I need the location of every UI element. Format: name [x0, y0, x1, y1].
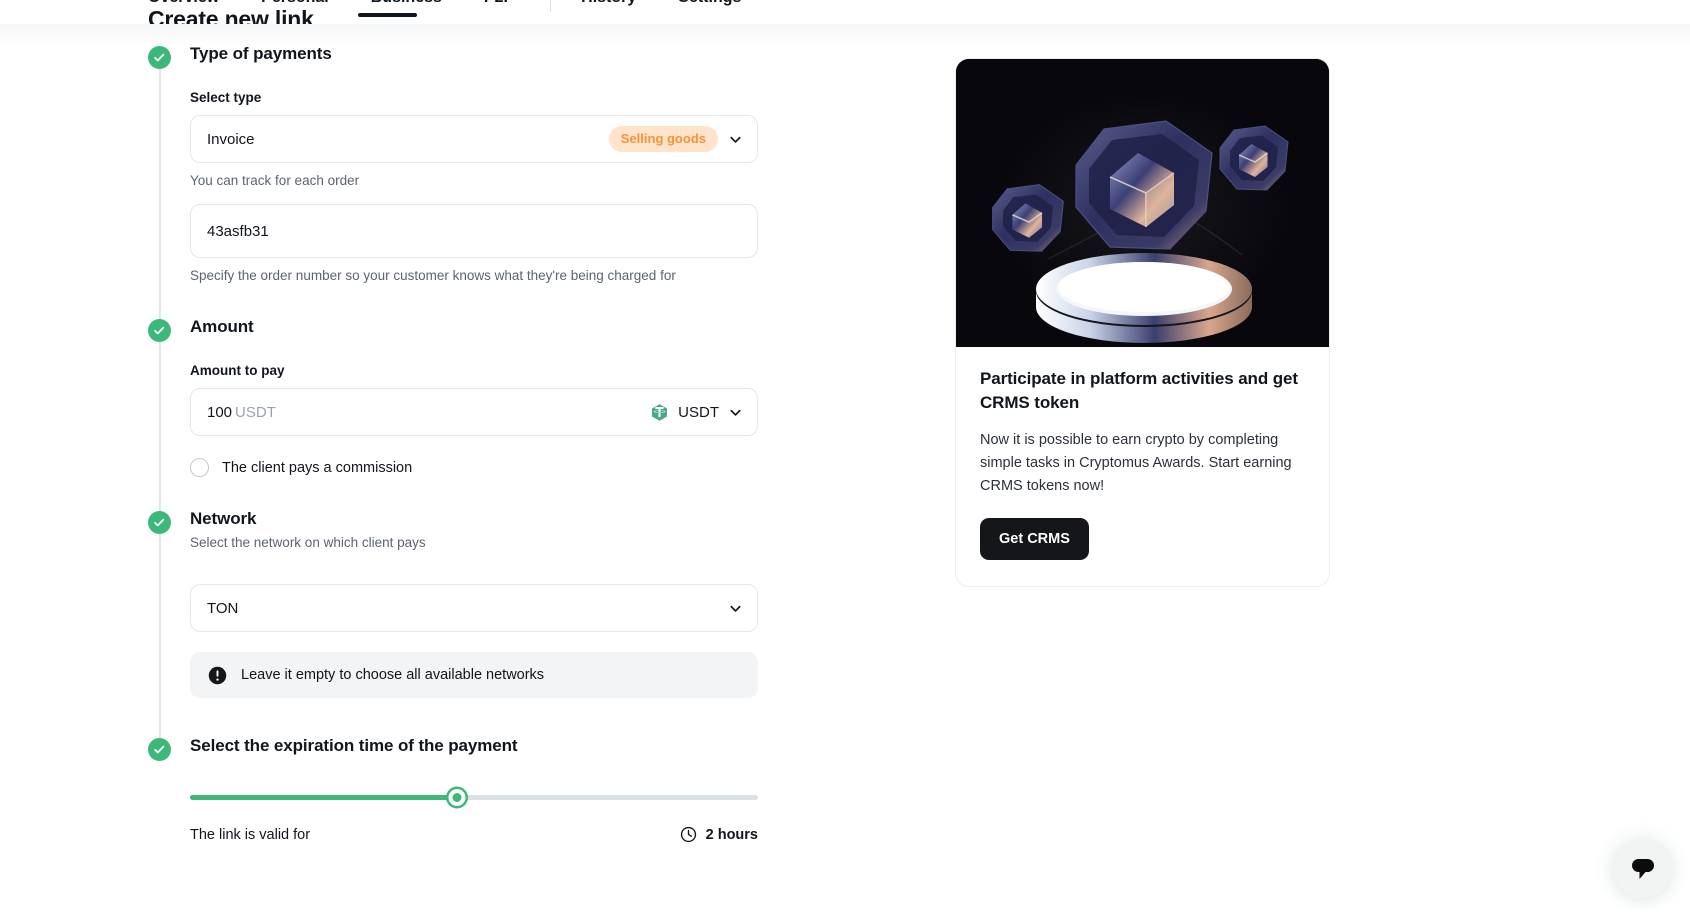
- create-link-form: Type of payments Select type Invoice Sel…: [148, 42, 788, 843]
- client-pays-commission-label: The client pays a commission: [222, 459, 413, 476]
- step-connector-line: [159, 342, 161, 515]
- step-connector-line: [159, 69, 161, 323]
- network-select[interactable]: TON: [190, 584, 758, 632]
- amount-to-pay-label: Amount to pay: [190, 363, 285, 378]
- slider-thumb[interactable]: [448, 789, 466, 806]
- payment-type-select[interactable]: Invoice Selling goods: [190, 115, 758, 163]
- network-description: Select the network on which client pays: [190, 535, 426, 550]
- duration-value: 2 hours: [705, 826, 758, 843]
- chevron-down-icon: [728, 132, 743, 147]
- nav-item-history[interactable]: History: [581, 0, 636, 13]
- step-complete-icon: [148, 46, 171, 69]
- payment-type-helper: You can track for each order: [190, 173, 360, 188]
- promo-content: Participate in platform activities and g…: [956, 347, 1329, 586]
- tether-usdt-icon: [650, 403, 669, 422]
- chat-widget-button[interactable]: [1614, 840, 1672, 898]
- step-type-of-payments: Type of payments Select type Invoice Sel…: [148, 42, 788, 323]
- step-amount: Amount Amount to pay 100 USDT USDT The c…: [148, 315, 788, 515]
- promo-heading: Participate in platform activities and g…: [980, 369, 1298, 412]
- chevron-down-icon: [728, 405, 743, 420]
- promo-description: Now it is possible to earn crypto by com…: [980, 432, 1292, 494]
- step-connector-line: [159, 534, 161, 742]
- selling-goods-badge: Selling goods: [608, 126, 718, 152]
- order-number-helper: Specify the order number so your custome…: [190, 268, 676, 283]
- step-title: Network: [190, 509, 257, 528]
- radio-circle-icon: [190, 458, 209, 477]
- nav-item-business[interactable]: Business: [371, 0, 442, 13]
- app-page: Overview Personal Business P2P History S…: [0, 0, 1690, 918]
- slider-footer: The link is valid for 2 hours: [190, 826, 758, 843]
- exclamation-circle-icon: [208, 666, 227, 685]
- amount-value: 100: [207, 403, 233, 421]
- network-info-banner: Leave it empty to choose all available n…: [190, 652, 758, 698]
- network-value: TON: [207, 599, 239, 617]
- step-network: Network Select the network on which clie…: [148, 507, 788, 742]
- get-crms-button[interactable]: Get CRMS: [980, 518, 1089, 560]
- client-pays-commission-toggle[interactable]: The client pays a commission: [190, 458, 788, 477]
- select-type-label: Select type: [190, 90, 262, 105]
- currency-selector[interactable]: USDT: [650, 403, 743, 422]
- step-expiration: Select the expiration time of the paymen…: [148, 734, 788, 843]
- payment-type-value: Invoice: [207, 130, 255, 148]
- amount-input-row[interactable]: 100 USDT USDT: [190, 388, 758, 436]
- slider-fill: [190, 795, 457, 800]
- order-number-input[interactable]: [190, 204, 758, 258]
- nav-divider: [550, 0, 552, 12]
- duration-display: 2 hours: [680, 826, 758, 843]
- chevron-down-icon: [728, 601, 743, 616]
- expiration-slider[interactable]: [190, 788, 758, 808]
- step-complete-icon: [148, 511, 171, 534]
- promo-artwork: [956, 59, 1329, 347]
- nav-active-indicator: [358, 13, 417, 17]
- step-title: Select the expiration time of the paymen…: [190, 736, 518, 755]
- network-info-text: Leave it empty to choose all available n…: [241, 667, 545, 683]
- step-complete-icon: [148, 319, 171, 342]
- clock-icon: [680, 826, 697, 843]
- chat-bubble-icon: [1632, 859, 1654, 879]
- promo-card: Participate in platform activities and g…: [955, 58, 1330, 587]
- step-complete-icon: [148, 738, 171, 761]
- currency-value: USDT: [678, 403, 719, 421]
- nav-item-settings[interactable]: Settings: [678, 0, 741, 13]
- nav-item-p2p[interactable]: P2P: [484, 0, 514, 13]
- link-validity-label: The link is valid for: [190, 826, 311, 843]
- step-title: Amount: [190, 317, 254, 336]
- step-title: Type of payments: [190, 44, 332, 63]
- crypto-3d-illustration: [956, 59, 1329, 347]
- amount-unit-suffix: USDT: [235, 403, 276, 421]
